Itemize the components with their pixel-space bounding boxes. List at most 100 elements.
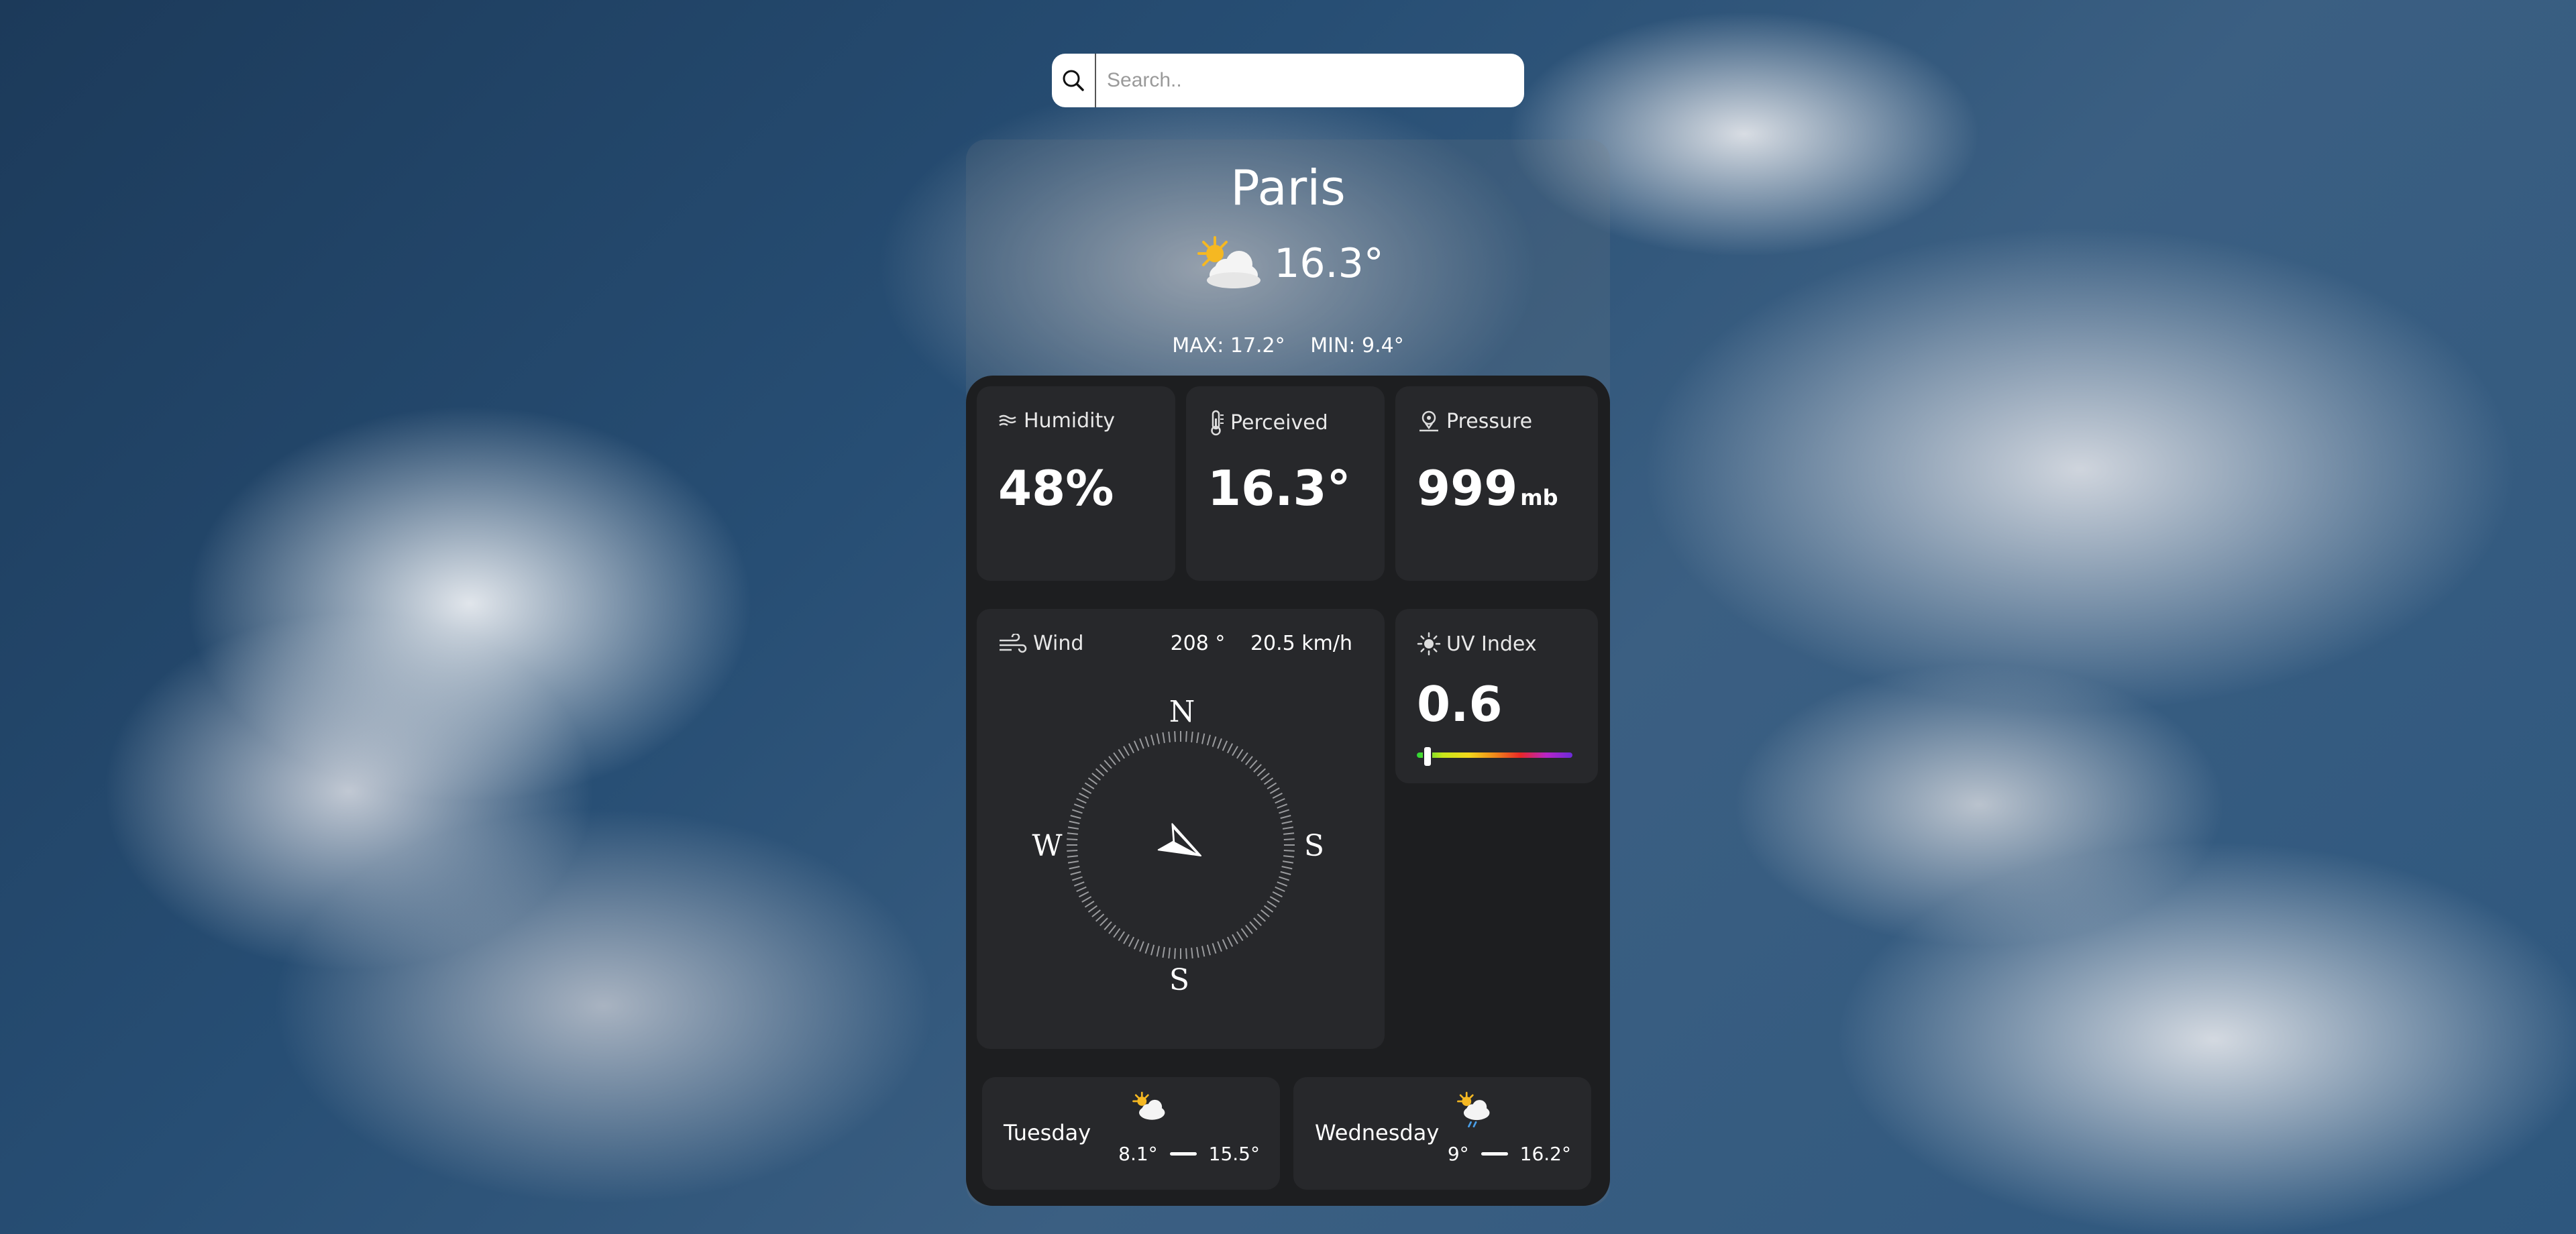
compass-tick: [1067, 850, 1078, 852]
search-button[interactable]: [1052, 54, 1096, 107]
compass-tick: [1249, 759, 1258, 769]
compass-tick: [1256, 768, 1267, 777]
compass-tick: [1253, 764, 1262, 773]
wind-tile: Wind 208 ° 20.5 km/h N W S S: [977, 609, 1385, 1049]
compass-tick: [1073, 881, 1085, 887]
compass-tick: [1069, 820, 1080, 824]
compass-tick: [1084, 901, 1095, 908]
uv-tile: UV Index 0.6: [1395, 609, 1598, 783]
compass-tick: [1091, 909, 1101, 917]
thermometer-icon: [1211, 410, 1224, 436]
compass-tick: [1081, 896, 1092, 903]
pressure-number: 999: [1417, 460, 1518, 516]
compass-tick: [1245, 756, 1253, 765]
compass-tick: [1256, 913, 1267, 922]
compass-tick: [1079, 891, 1089, 898]
compass-tick: [1156, 733, 1160, 744]
compass-tick: [1087, 905, 1097, 913]
compass-tick: [1236, 748, 1244, 759]
humidity-header: Humidity: [998, 409, 1115, 433]
compass-tick: [1185, 948, 1187, 959]
current-temperature: 16.3°: [1274, 240, 1384, 287]
compass-tick: [1260, 909, 1270, 917]
compass-tick: [1236, 931, 1244, 942]
pressure-icon: [1419, 410, 1438, 432]
forecast-day-wednesday: Wednesday 9° 16.2°: [1293, 1077, 1591, 1190]
compass-tick: [1196, 732, 1199, 744]
compass-tick: [1253, 917, 1262, 926]
compass-tick: [1279, 809, 1289, 814]
range-bar: [1481, 1152, 1508, 1156]
compass-tick: [1185, 731, 1187, 742]
humidity-tile: Humidity 48%: [977, 386, 1175, 581]
compass-tick: [1240, 928, 1248, 938]
compass-tick: [1222, 939, 1228, 950]
compass-tick: [1072, 809, 1083, 814]
compass-tick: [1269, 787, 1280, 794]
compass-north-label: N: [1169, 695, 1195, 729]
compass-tick: [1206, 944, 1211, 956]
compass-tick: [1133, 740, 1140, 751]
compass-tick: [1070, 871, 1081, 875]
compass-tick: [1227, 743, 1234, 754]
compass-tick: [1272, 792, 1283, 799]
compass-tick: [1191, 948, 1193, 959]
compass-tick: [1139, 738, 1144, 749]
perceived-label: Perceived: [1230, 410, 1328, 435]
wind-compass: N W S S: [1032, 695, 1324, 997]
compass-tick: [1123, 746, 1130, 756]
humidity-value: 48%: [998, 460, 1114, 516]
compass-tick: [1249, 921, 1258, 931]
compass-tick: [1067, 826, 1079, 830]
compass-tick: [1222, 740, 1228, 751]
compass-tick: [1201, 733, 1205, 744]
compass-tick: [1264, 905, 1274, 913]
compass-tick: [1201, 946, 1205, 957]
uv-indicator: [1422, 746, 1432, 767]
compass-tick: [1267, 782, 1277, 789]
compass-tick: [1232, 934, 1238, 944]
search-bar: [1052, 54, 1524, 107]
compass-tick: [1144, 943, 1150, 954]
forecast-low: 9°: [1447, 1143, 1469, 1165]
compass-tick: [1108, 756, 1116, 765]
humidity-icon: [999, 414, 1016, 426]
compass-tick: [1113, 752, 1121, 762]
compass-tick: [1087, 777, 1097, 785]
compass-tick: [1113, 928, 1121, 938]
compass-tick: [1123, 934, 1130, 944]
pressure-tile: Pressure 999 mb: [1395, 386, 1598, 581]
compass-tick: [1150, 944, 1155, 956]
compass-south-label: S: [1169, 963, 1189, 997]
compass-tick: [1156, 946, 1160, 957]
compass-tick: [1280, 871, 1291, 875]
compass-tick: [1162, 732, 1165, 744]
compass-tick: [1227, 936, 1234, 947]
perceived-tile: Perceived 16.3°: [1186, 386, 1385, 581]
compass-tick: [1091, 773, 1101, 781]
search-input[interactable]: [1096, 54, 1524, 107]
forecast-day-tuesday: Tuesday 8.1° 15.5°: [982, 1077, 1280, 1190]
min-temperature: MIN: 9.4°: [1310, 334, 1404, 357]
rain-cloud-icon: [1457, 1092, 1490, 1128]
uv-header: UV Index: [1417, 632, 1537, 656]
compass-tick: [1275, 797, 1285, 804]
uv-label: UV Index: [1446, 632, 1537, 656]
details-panel: Humidity 48% Perceived 16.3° Pressure 99…: [966, 376, 1610, 1206]
compass-tick: [1150, 734, 1155, 746]
compass-tick: [1128, 936, 1134, 947]
compass-tick: [1118, 748, 1125, 759]
forecast-high: 15.5°: [1208, 1143, 1260, 1165]
compass-tick: [1191, 731, 1193, 742]
compass-tick: [1067, 838, 1078, 840]
compass-tick: [1067, 832, 1078, 835]
compass-tick: [1067, 860, 1079, 864]
forecast-day-name: Tuesday: [1004, 1120, 1091, 1145]
compass-tick: [1168, 731, 1171, 742]
compass-tick: [1260, 773, 1270, 781]
compass-tick: [1277, 803, 1288, 809]
range-bar: [1169, 1152, 1197, 1156]
wind-direction-arrow: [1157, 823, 1202, 856]
compass-tick: [1280, 815, 1291, 820]
compass-tick: [1133, 939, 1140, 950]
